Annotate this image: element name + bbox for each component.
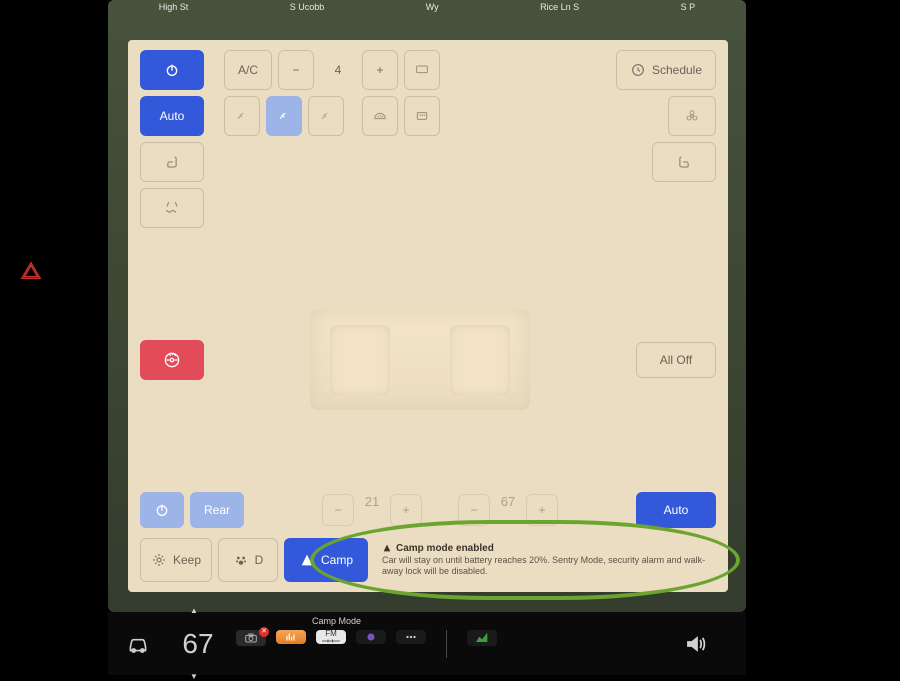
- rear-auto-button[interactable]: Auto: [636, 492, 716, 528]
- fan-minus-button[interactable]: −: [278, 50, 314, 90]
- power-button[interactable]: [140, 50, 204, 90]
- steering-wheel-heat-button[interactable]: [140, 340, 204, 380]
- wiper-heat-button[interactable]: [140, 188, 204, 228]
- ac-button[interactable]: A/C: [224, 50, 272, 90]
- touchscreen-frame: High StS UcobbWyRice Ln SS P A/C − 4 + S…: [108, 0, 746, 612]
- biohazard-button[interactable]: [668, 96, 716, 136]
- hazard-icon: [20, 260, 42, 282]
- camera-app-icon[interactable]: ✕: [236, 630, 266, 646]
- fan-speed-value: 4: [320, 50, 356, 90]
- seat-heater-left-button[interactable]: [140, 142, 204, 182]
- defrost-front-button[interactable]: [362, 96, 398, 136]
- seat-heater-right-button[interactable]: [652, 142, 716, 182]
- rear-temp-left-value: 21: [360, 494, 384, 526]
- rear-temp-right-minus[interactable]: −: [458, 494, 490, 526]
- rear-temp-left-minus[interactable]: −: [322, 494, 354, 526]
- airflow-feet-button[interactable]: [266, 96, 302, 136]
- music-app-icon[interactable]: [276, 630, 306, 644]
- rear-power-button[interactable]: [140, 492, 184, 528]
- fm-radio-icon[interactable]: FM: [316, 630, 346, 644]
- temperature-control[interactable]: ▲ 67 ▼: [168, 612, 228, 675]
- volume-control[interactable]: [666, 612, 726, 675]
- dashcam-app-icon[interactable]: [356, 630, 386, 644]
- dog-tab[interactable]: D: [218, 538, 278, 582]
- mode-description: Camp mode enabled Car will stay on until…: [374, 538, 716, 582]
- tent-icon: [382, 543, 392, 553]
- airflow-face-button[interactable]: [224, 96, 260, 136]
- schedule-button[interactable]: Schedule: [616, 50, 716, 90]
- camp-mode-label: Camp Mode: [312, 616, 361, 626]
- display-icon[interactable]: [404, 50, 440, 90]
- auto-button[interactable]: Auto: [140, 96, 204, 136]
- notification-badge: ✕: [259, 627, 269, 637]
- car-interior-illustration: [290, 295, 550, 425]
- rear-temp-right-plus[interactable]: +: [526, 494, 558, 526]
- all-off-button[interactable]: All Off: [636, 342, 716, 378]
- car-app-icon[interactable]: [108, 612, 168, 675]
- chevron-up-icon[interactable]: ▲: [190, 606, 198, 615]
- camp-tab[interactable]: Camp: [284, 538, 368, 582]
- rear-temp-right-value: 67: [496, 494, 520, 526]
- energy-app-icon[interactable]: [467, 630, 497, 646]
- defrost-rear-button[interactable]: [404, 96, 440, 136]
- bottom-dock: Camp Mode ▲ 67 ▼ ✕ FM: [108, 612, 746, 675]
- dock-divider: [446, 630, 447, 658]
- climate-panel: A/C − 4 + Schedule Auto: [128, 40, 728, 592]
- map-street-labels: High StS UcobbWyRice Ln SS P: [108, 2, 746, 12]
- more-apps-icon[interactable]: [396, 630, 426, 644]
- airflow-both-button[interactable]: [308, 96, 344, 136]
- rear-label-button[interactable]: Rear: [190, 492, 244, 528]
- keep-tab[interactable]: Keep: [140, 538, 212, 582]
- rear-temp-left-plus[interactable]: +: [390, 494, 422, 526]
- chevron-down-icon[interactable]: ▼: [190, 672, 198, 681]
- fan-plus-button[interactable]: +: [362, 50, 398, 90]
